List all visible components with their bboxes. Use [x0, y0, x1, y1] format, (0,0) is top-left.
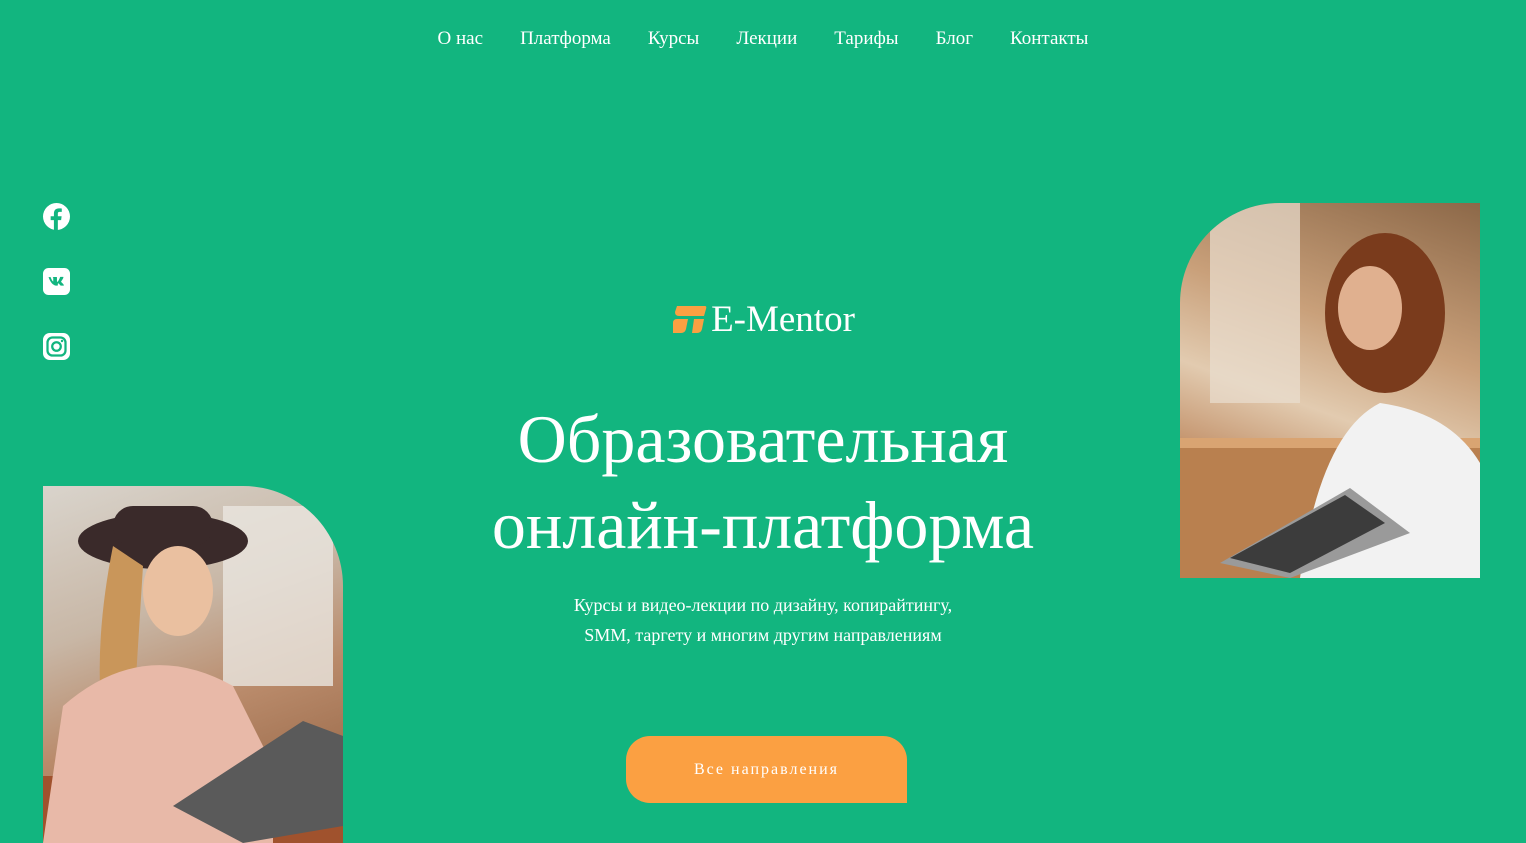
hero-title-line-2: онлайн-платформа — [491, 487, 1035, 563]
nav-link-about[interactable]: О нас — [438, 26, 484, 52]
hero-subtitle-line-2: SMM, таргету и многим другим направления… — [584, 625, 942, 645]
vk-icon[interactable] — [43, 268, 70, 295]
brand-name: E-Mentor — [711, 299, 855, 340]
nav-link-lectures[interactable]: Лекции — [736, 26, 797, 52]
nav-link-blog[interactable]: Блог — [936, 26, 973, 52]
brand-logo[interactable]: E-Mentor — [0, 298, 1526, 342]
nav-link-tariffs[interactable]: Тарифы — [834, 26, 898, 52]
main-nav: О нас Платформа Курсы Лекции Тарифы Блог… — [0, 26, 1526, 52]
hero-title-line-1: Образовательная — [517, 401, 1009, 477]
logo-icon — [673, 306, 707, 333]
nav-link-contacts[interactable]: Контакты — [1010, 26, 1088, 52]
hero-subtitle-line-1: Курсы и видео-лекции по дизайну, копирай… — [573, 595, 953, 615]
nav-link-courses[interactable]: Курсы — [648, 26, 699, 52]
hero-subtitle: Курсы и видео-лекции по дизайну, копирай… — [0, 590, 1526, 650]
facebook-icon[interactable] — [43, 203, 70, 230]
nav-link-platform[interactable]: Платформа — [520, 26, 611, 52]
all-directions-button[interactable]: Все направления — [626, 736, 907, 803]
hero-title: Образовательная онлайн-платформа — [0, 396, 1526, 568]
